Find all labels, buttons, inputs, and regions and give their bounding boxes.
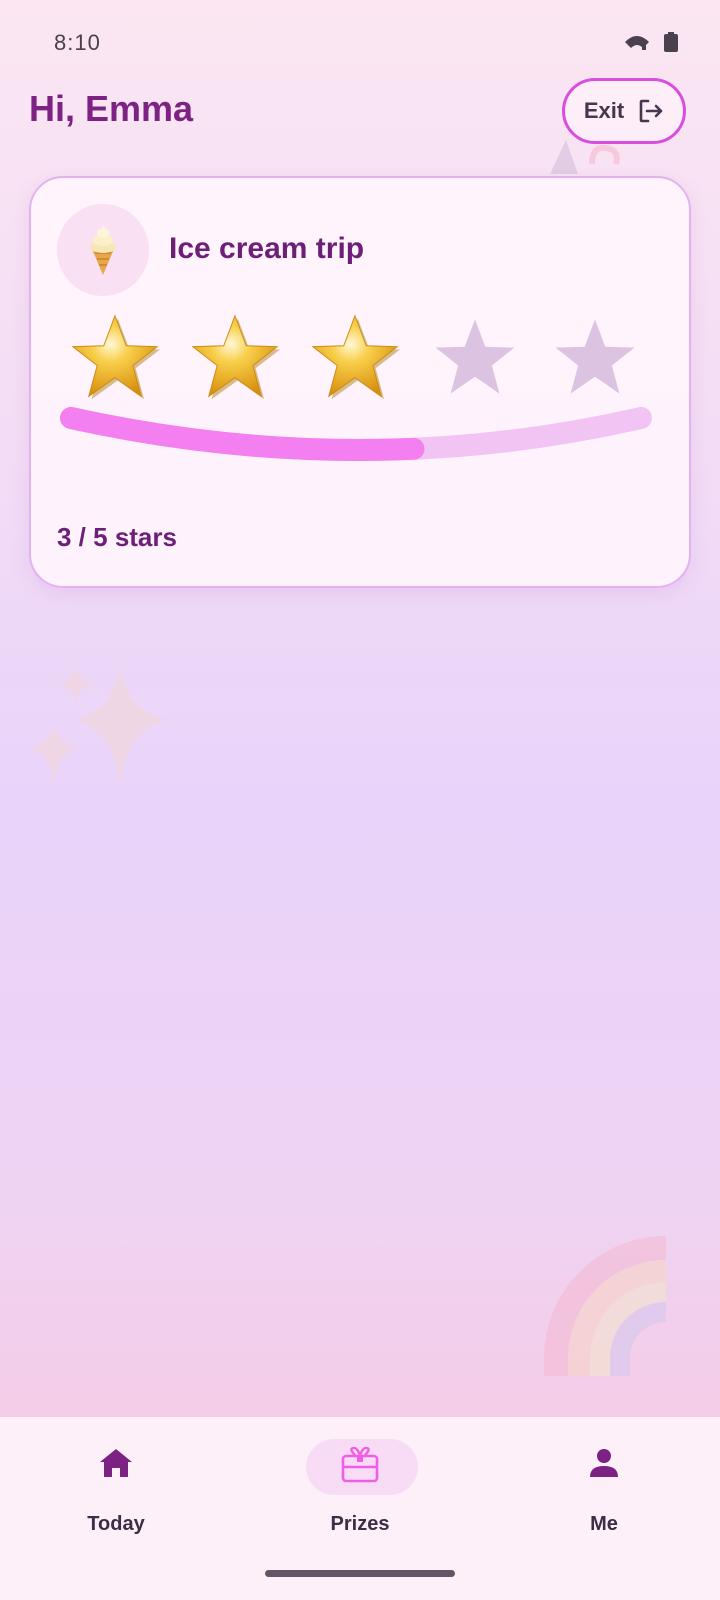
nav-item-prizes[interactable]: Prizes xyxy=(290,1439,430,1549)
person-icon xyxy=(590,1449,618,1477)
star-rating xyxy=(67,312,667,402)
signal-icon xyxy=(625,36,649,50)
star-filled-icon xyxy=(71,314,160,400)
prize-icon-circle xyxy=(57,204,149,296)
status-bar: 8:10 xyxy=(0,0,720,80)
nav-label-prizes: Prizes xyxy=(330,1513,390,1535)
home-icon xyxy=(100,1449,132,1477)
star-filled-icon xyxy=(191,314,280,400)
star-empty-icon xyxy=(555,319,635,394)
nav-item-today[interactable]: Today xyxy=(46,1439,186,1549)
stars-count-text: 3 / 5 stars xyxy=(57,522,177,552)
battery-icon xyxy=(664,32,678,52)
rainbow-icon xyxy=(544,1236,666,1376)
nav-label-today: Today xyxy=(87,1513,145,1535)
sparkles-icon xyxy=(30,662,168,790)
logout-icon xyxy=(639,99,663,123)
status-icons xyxy=(624,32,678,52)
home-gesture-handle[interactable] xyxy=(265,1570,455,1577)
star-filled-icon xyxy=(311,314,400,400)
ice-cream-icon xyxy=(90,225,116,275)
decoration-swirl-icon xyxy=(550,140,620,174)
greeting-title: Hi, Emma xyxy=(29,88,194,129)
nav-item-me[interactable]: Me xyxy=(534,1439,674,1549)
gift-icon xyxy=(341,1447,379,1483)
progress-arc xyxy=(60,407,652,461)
star-empty-icon xyxy=(435,319,515,394)
exit-button-label: Exit xyxy=(583,98,625,123)
nav-label-me: Me xyxy=(590,1513,618,1535)
prize-card[interactable]: Ice cream trip 3 / 5 stars xyxy=(29,176,691,588)
status-time: 8:10 xyxy=(54,30,101,55)
prize-name: Ice cream trip xyxy=(169,232,365,265)
